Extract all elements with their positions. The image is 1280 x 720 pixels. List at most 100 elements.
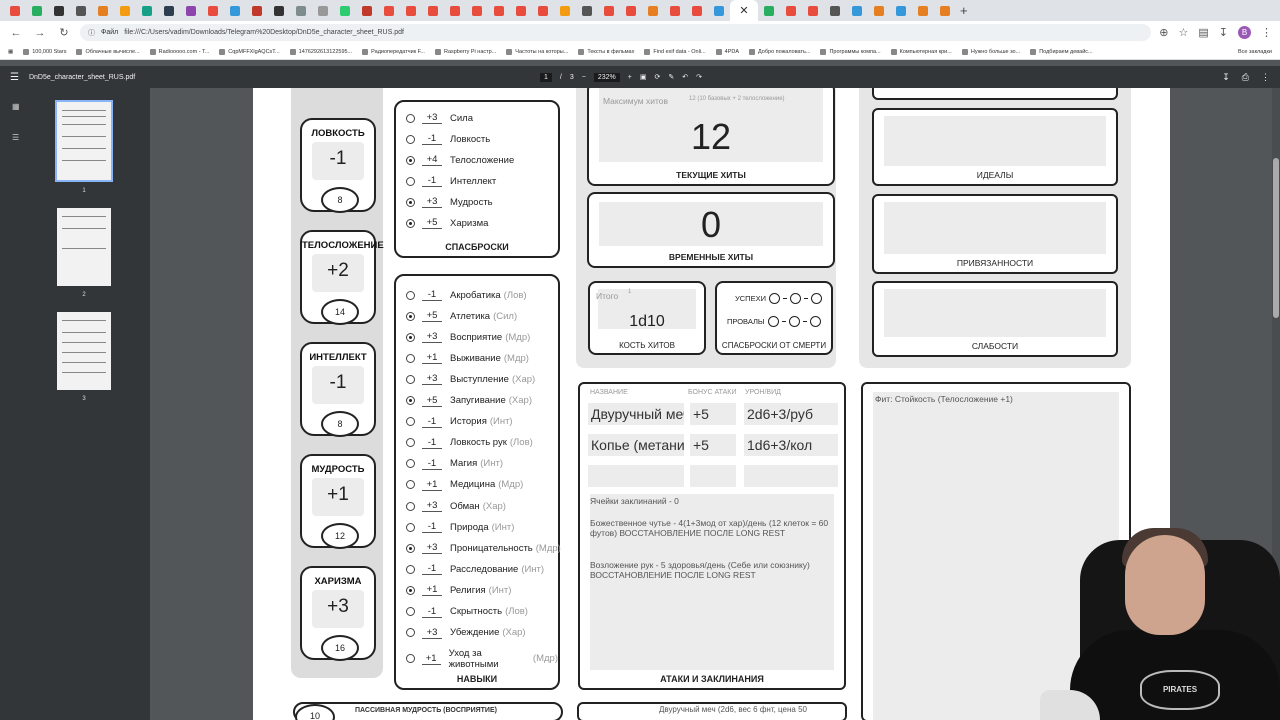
- proficiency-radio[interactable]: [406, 218, 415, 228]
- bookmark-item[interactable]: Radiooooo.com - T...: [149, 48, 209, 55]
- skill-mod[interactable]: -1: [422, 416, 442, 428]
- proficiency-radio[interactable]: [406, 353, 415, 363]
- max-hp-note[interactable]: 12 (10 базовых + 2 телосложение): [689, 96, 785, 102]
- saving-throw-mod[interactable]: +3: [422, 196, 442, 208]
- bookmark-item[interactable]: Подбираем девайс...: [1030, 48, 1093, 55]
- success-checkbox[interactable]: [768, 293, 780, 304]
- apps-icon[interactable]: ▦: [8, 49, 13, 55]
- page-thumbnail[interactable]: [55, 100, 113, 182]
- attack-bonus-cell[interactable]: [690, 465, 736, 487]
- proficiency-radio[interactable]: [406, 654, 415, 664]
- browser-tab[interactable]: [356, 0, 378, 21]
- proficiency-radio[interactable]: [406, 607, 415, 616]
- proficiency-radio[interactable]: [406, 564, 415, 574]
- browser-tab[interactable]: [934, 0, 956, 21]
- saving-throw-mod[interactable]: -1: [422, 175, 442, 187]
- zoom-in-icon[interactable]: +: [628, 74, 632, 81]
- bookmark-item[interactable]: Raspberry Pi настр...: [434, 48, 496, 55]
- zoom-icon[interactable]: ⊕: [1159, 26, 1168, 39]
- attack-damage-cell[interactable]: 1d6+3/кол: [744, 434, 838, 456]
- hamburger-menu-icon[interactable]: ☰: [10, 72, 19, 83]
- proficiency-radio[interactable]: [406, 628, 415, 638]
- browser-tab[interactable]: [92, 0, 114, 21]
- proficiency-radio[interactable]: [406, 311, 415, 321]
- more-icon[interactable]: ⋮: [1261, 72, 1270, 83]
- fail-checkbox[interactable]: [767, 316, 779, 327]
- fail-checkbox[interactable]: [788, 316, 800, 327]
- browser-tab[interactable]: [576, 0, 598, 21]
- ability-modifier[interactable]: -1: [302, 148, 374, 170]
- skill-mod[interactable]: -1: [422, 606, 442, 618]
- skill-mod[interactable]: +5: [422, 395, 442, 407]
- browser-tab[interactable]: [466, 0, 488, 21]
- skill-mod[interactable]: +3: [422, 331, 442, 344]
- url-input[interactable]: ⓘ Файл file:///C:/Users/vadim/Downloads/…: [80, 24, 1152, 41]
- browser-tab[interactable]: [312, 0, 334, 21]
- browser-tab[interactable]: [26, 0, 48, 21]
- attack-name-cell[interactable]: Копье (метание): [588, 434, 684, 456]
- browser-tab[interactable]: [532, 0, 554, 21]
- saving-throw-mod[interactable]: +3: [422, 112, 442, 124]
- browser-tab[interactable]: [136, 0, 158, 21]
- attack-damage-cell[interactable]: [744, 465, 838, 487]
- skill-mod[interactable]: -1: [422, 521, 442, 534]
- proficiency-radio[interactable]: [406, 290, 415, 300]
- star-icon[interactable]: ☆: [1179, 26, 1189, 39]
- browser-tab[interactable]: [202, 0, 224, 21]
- proficiency-radio[interactable]: [406, 374, 415, 384]
- browser-tab[interactable]: [224, 0, 246, 21]
- skill-mod[interactable]: +1: [422, 584, 442, 597]
- proficiency-radio[interactable]: [406, 438, 415, 448]
- bookmark-item[interactable]: 4PDA: [715, 48, 739, 55]
- print-icon[interactable]: ⎙: [1242, 72, 1249, 83]
- browser-tab[interactable]: [378, 0, 400, 21]
- browser-tab[interactable]: [290, 0, 312, 21]
- browser-tab[interactable]: [708, 0, 730, 21]
- proficiency-radio[interactable]: [406, 332, 415, 342]
- browser-tab[interactable]: [158, 0, 180, 21]
- skill-mod[interactable]: +1: [422, 352, 442, 365]
- proficiency-radio[interactable]: [406, 417, 415, 427]
- ability-score[interactable]: 8: [321, 187, 359, 213]
- browser-tab[interactable]: ✕: [730, 0, 758, 21]
- browser-tab[interactable]: [180, 0, 202, 21]
- fit-page-icon[interactable]: ▣: [640, 73, 647, 81]
- browser-tab[interactable]: [758, 0, 780, 21]
- outline-view-icon[interactable]: ☰: [12, 133, 20, 142]
- profile-avatar[interactable]: B: [1238, 26, 1251, 39]
- zoom-out-icon[interactable]: −: [582, 74, 586, 81]
- temp-hp-value[interactable]: 0: [589, 204, 833, 246]
- proficiency-radio[interactable]: [406, 543, 415, 553]
- bookmark-item[interactable]: Облачные вычисле...: [76, 48, 140, 55]
- browser-tab[interactable]: [642, 0, 664, 21]
- skill-mod[interactable]: -1: [422, 289, 442, 301]
- draw-icon[interactable]: ✎: [668, 73, 674, 81]
- close-tab-icon[interactable]: ✕: [739, 4, 748, 17]
- browser-tab[interactable]: [780, 0, 802, 21]
- redo-icon[interactable]: ↷: [696, 73, 702, 81]
- attack-damage-cell[interactable]: 2d6+3/руб: [744, 403, 838, 425]
- info-icon[interactable]: ⓘ: [88, 28, 95, 38]
- proficiency-radio[interactable]: [406, 155, 415, 165]
- browser-tab[interactable]: [802, 0, 824, 21]
- page-thumbnail[interactable]: [57, 312, 111, 390]
- proficiency-radio[interactable]: [406, 501, 415, 511]
- proficiency-radio[interactable]: [406, 197, 415, 207]
- bookmark-item[interactable]: Частоты на которы...: [506, 48, 568, 55]
- browser-tab[interactable]: [890, 0, 912, 21]
- attack-bonus-cell[interactable]: +5: [690, 403, 736, 425]
- proficiency-radio[interactable]: [406, 396, 415, 405]
- bookmark-item[interactable]: 1476292613122595...: [289, 48, 352, 55]
- browser-tab[interactable]: [554, 0, 576, 21]
- skill-mod[interactable]: +3: [422, 500, 442, 512]
- browser-tab[interactable]: [70, 0, 92, 21]
- browser-tab[interactable]: [422, 0, 444, 21]
- skill-mod[interactable]: +1: [422, 479, 442, 491]
- browser-tab[interactable]: [268, 0, 290, 21]
- bookmark-item[interactable]: Find exif data - Onli...: [644, 48, 706, 55]
- proficiency-radio[interactable]: [406, 585, 415, 595]
- all-bookmarks[interactable]: Все закладки: [1238, 49, 1272, 55]
- zoom-input[interactable]: 232%: [593, 72, 620, 82]
- saving-throw-mod[interactable]: +5: [422, 217, 442, 229]
- ability-score[interactable]: 12: [321, 523, 359, 549]
